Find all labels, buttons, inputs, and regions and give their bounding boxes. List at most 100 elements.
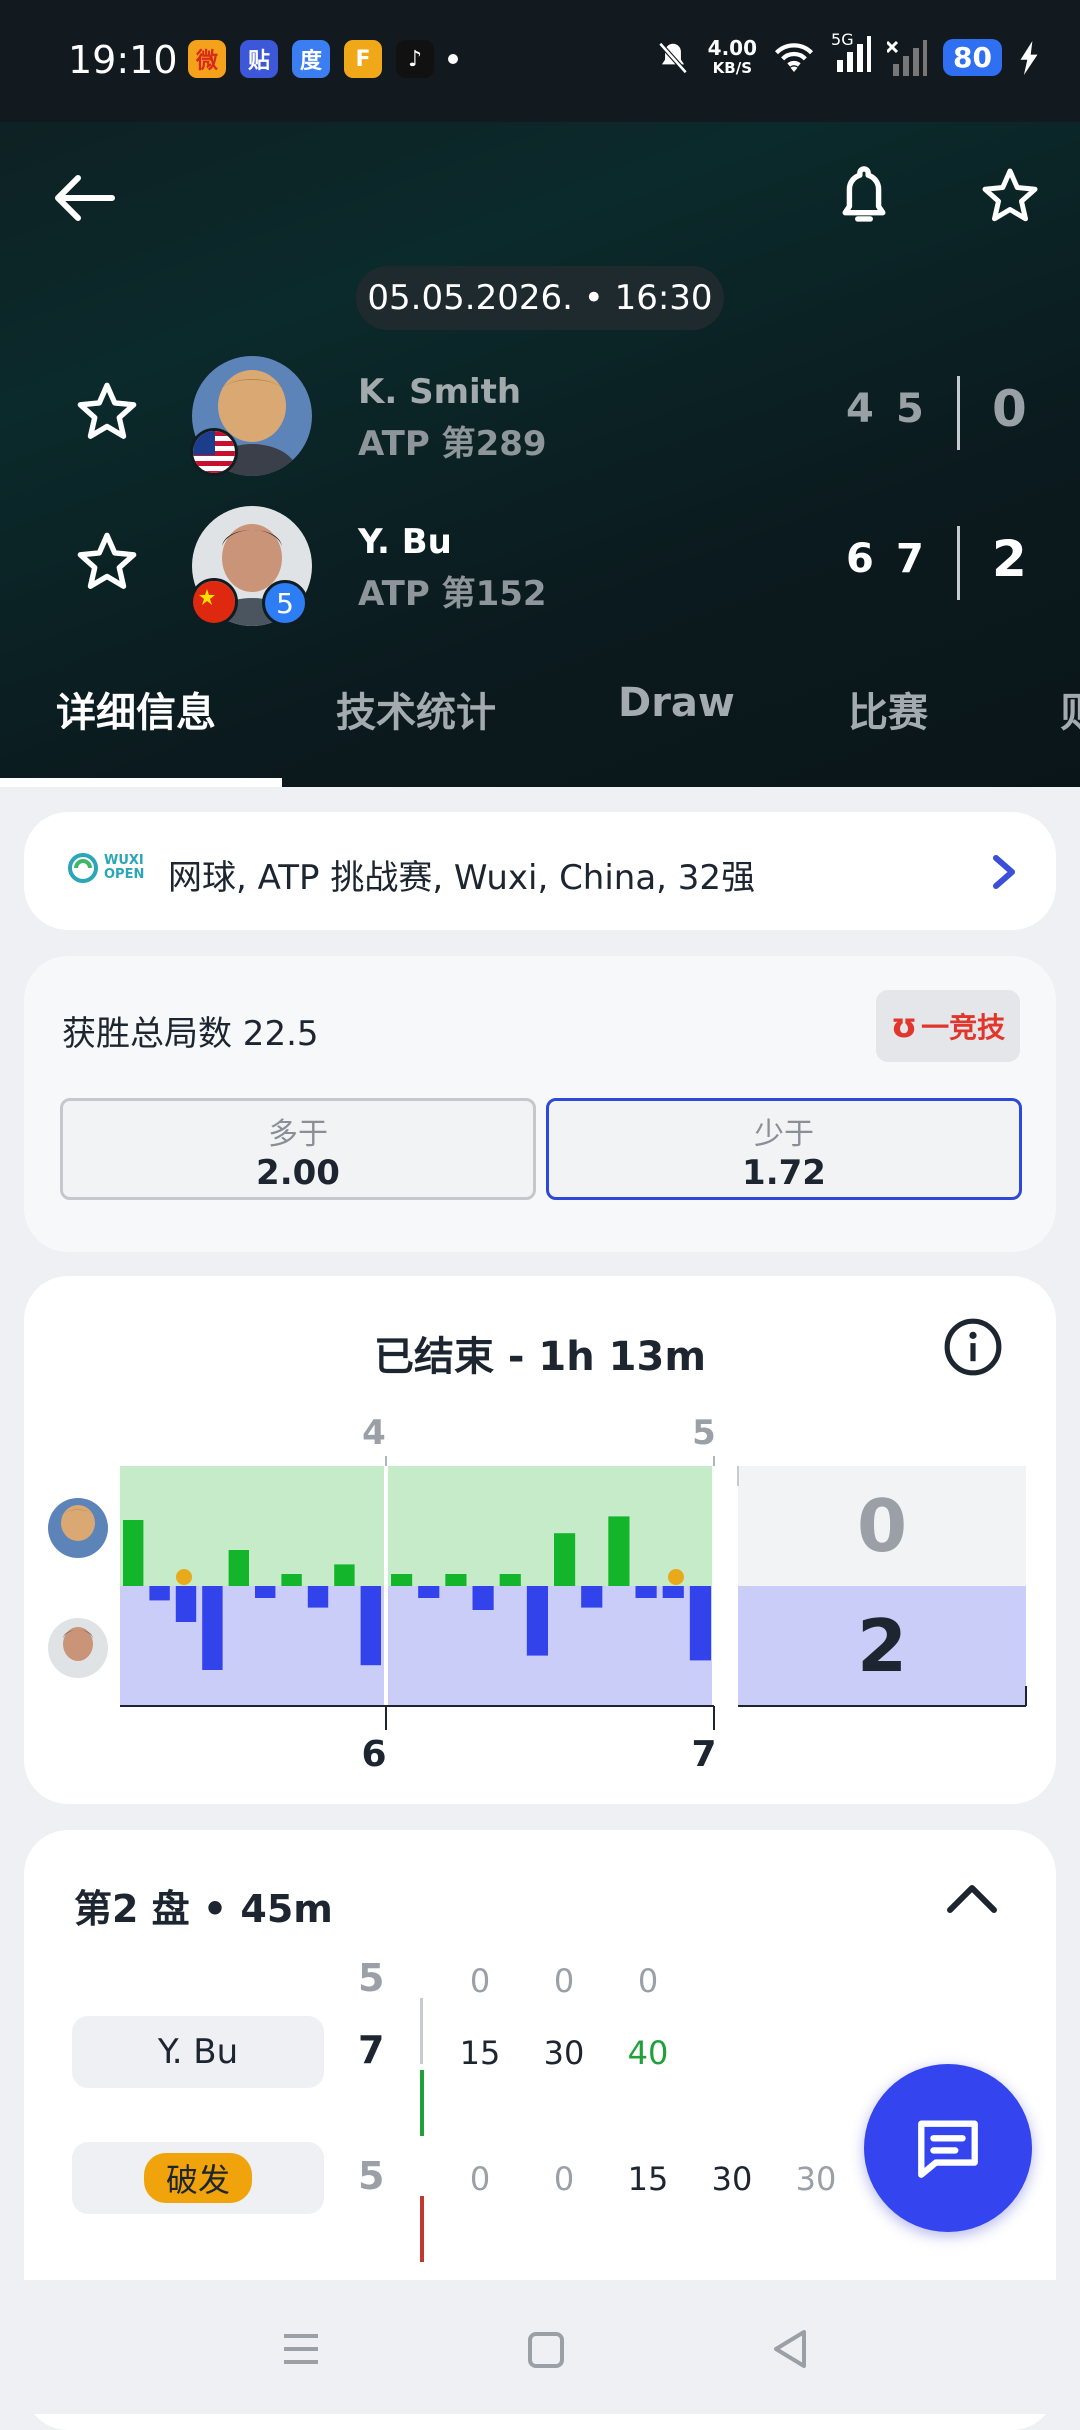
- player-rank: ATP 第152: [358, 574, 547, 614]
- set2-bar: [554, 1533, 576, 1586]
- tab-stats[interactable]: 技术统计: [336, 680, 496, 738]
- set2-bar: [445, 1574, 467, 1586]
- favorite-player-button[interactable]: [74, 530, 140, 598]
- set2-bar: [581, 1586, 603, 1608]
- star-icon: [77, 532, 137, 589]
- system-nav-bar: [0, 2280, 1080, 2414]
- point-score: 0: [469, 2160, 491, 2198]
- tiktok-icon: ♪: [396, 40, 434, 78]
- set1-bar: [123, 1520, 144, 1586]
- tab-details[interactable]: 详细信息: [56, 680, 216, 738]
- odds-under-button[interactable]: 少于 1.72: [546, 1098, 1022, 1200]
- back-button[interactable]: [46, 160, 122, 236]
- break-label-pill: 破发: [72, 2142, 324, 2214]
- point-score: 30: [711, 2160, 753, 2198]
- set1-bar: [228, 1550, 249, 1586]
- network-speed: 4.00 KB/S: [707, 35, 758, 77]
- favorite-match-button[interactable]: [970, 156, 1050, 236]
- menu-icon[interactable]: [280, 2330, 322, 2368]
- wuxi-open-logo-icon: [68, 853, 98, 883]
- notification-button[interactable]: [826, 156, 902, 236]
- player-row-2[interactable]: 5 Y. Bu ATP 第152 6 7 2: [0, 496, 1080, 636]
- break-point-marker: [668, 1569, 684, 1585]
- odds-over-button[interactable]: 多于 2.00: [60, 1098, 536, 1200]
- mute-icon: [658, 41, 688, 74]
- tab-matches[interactable]: 比赛: [848, 680, 928, 738]
- set1-bar: [255, 1586, 276, 1598]
- weibo-icon: 微: [188, 40, 226, 78]
- set-label-top: 5: [692, 1413, 716, 1453]
- betting-card: 获胜总局数 22.5 ʊ 一竞技 多于 2.00 少于 1.72: [24, 956, 1056, 1252]
- status-bar: 19:10 微贴度 F ♪ 4.00 KB/S 5G 80: [0, 0, 1080, 122]
- bet-market-title: 获胜总局数 22.5: [62, 1014, 319, 1054]
- player-name: K. Smith: [358, 372, 522, 412]
- games-count: 5: [358, 2154, 385, 2198]
- tab-more[interactable]: 则: [1060, 680, 1080, 738]
- baidu-icon: 度: [292, 40, 330, 78]
- set-2-score: 7: [896, 536, 924, 582]
- point-score: 40: [627, 2034, 669, 2072]
- home-icon[interactable]: [526, 2330, 566, 2370]
- player-row-1[interactable]: K. Smith ATP 第289 4 5 0: [0, 346, 1080, 486]
- point-score: 0: [553, 1962, 575, 2000]
- sets-won: 0: [992, 380, 1027, 438]
- avatar-top: [48, 1498, 108, 1558]
- point-score: 15: [627, 2160, 669, 2198]
- match-datetime: 05.05.2026. • 16:30: [356, 266, 724, 330]
- tab-draw[interactable]: Draw: [618, 680, 735, 726]
- favorite-player-button[interactable]: [74, 380, 140, 448]
- set1-bar: [149, 1586, 170, 1601]
- player-rank: ATP 第289: [358, 424, 547, 464]
- break-point-marker: [176, 1569, 192, 1585]
- score-top: 0: [857, 1484, 907, 1568]
- bookmaker-logo[interactable]: ʊ 一竞技: [876, 990, 1020, 1062]
- momentum-card: 已结束 - 1h 13m 456702: [24, 1276, 1056, 1804]
- score-divider: [957, 526, 960, 600]
- back-icon[interactable]: [770, 2328, 810, 2370]
- tournament-card[interactable]: WUXI OPEN 网球, ATP 挑战赛, Wuxi, China, 32强: [24, 812, 1056, 930]
- tournament-logo: WUXI OPEN: [68, 850, 144, 886]
- set-label-bottom: 6: [361, 1734, 386, 1775]
- chat-button[interactable]: [864, 2064, 1032, 2232]
- set2-bar: [499, 1574, 521, 1586]
- collapse-chevron-icon[interactable]: [946, 1882, 998, 1914]
- set-1-score: 6: [846, 536, 874, 582]
- games-count: 7: [358, 2028, 385, 2072]
- usa-flag-icon: [190, 428, 238, 476]
- set-timeline-divider: [420, 1998, 423, 2064]
- tieba-icon: 贴: [240, 40, 278, 78]
- chat-icon: [918, 2120, 978, 2178]
- set-timeline-divider: [420, 2196, 424, 2262]
- point-score: 0: [469, 1962, 491, 2000]
- set-title: 第2 盘 • 45m: [74, 1887, 333, 1931]
- momentum-chart: 4 5 6 7 0 2: [120, 1413, 1027, 1775]
- games-count: 5: [358, 1956, 385, 2000]
- set1-bar: [202, 1586, 223, 1670]
- set-label-top: 4: [362, 1413, 386, 1453]
- set1-bar: [334, 1564, 355, 1586]
- set2-bar: [418, 1586, 440, 1598]
- score-divider: [957, 376, 960, 450]
- star-icon: [77, 382, 137, 439]
- status-time: 19:10: [68, 38, 178, 82]
- set2-bar: [391, 1574, 413, 1586]
- score-bottom: 2: [857, 1604, 907, 1688]
- wifi-icon: [775, 42, 814, 72]
- set1-bar: [175, 1586, 197, 1622]
- set1-bar: [307, 1586, 329, 1608]
- point-score: 0: [637, 1962, 659, 2000]
- set1-bar: [281, 1574, 302, 1586]
- tab-bar: 详细信息 技术统计 Draw 比赛 则: [0, 680, 1080, 787]
- set-2-score: 5: [896, 386, 924, 432]
- player-pill: Y. Bu: [72, 2016, 324, 2088]
- set2-bar: [472, 1586, 494, 1610]
- status-app-icons: 微贴度 F ♪: [188, 40, 458, 78]
- point-score: 0: [553, 2160, 575, 2198]
- point-score: 30: [543, 2034, 585, 2072]
- set2-bar: [662, 1586, 684, 1598]
- charging-icon: [1020, 40, 1038, 75]
- signal-5g: 5G: [831, 30, 872, 79]
- set-label-bottom: 7: [691, 1734, 716, 1775]
- chevron-right-icon: [993, 855, 1015, 889]
- player-name: Y. Bu: [358, 522, 452, 562]
